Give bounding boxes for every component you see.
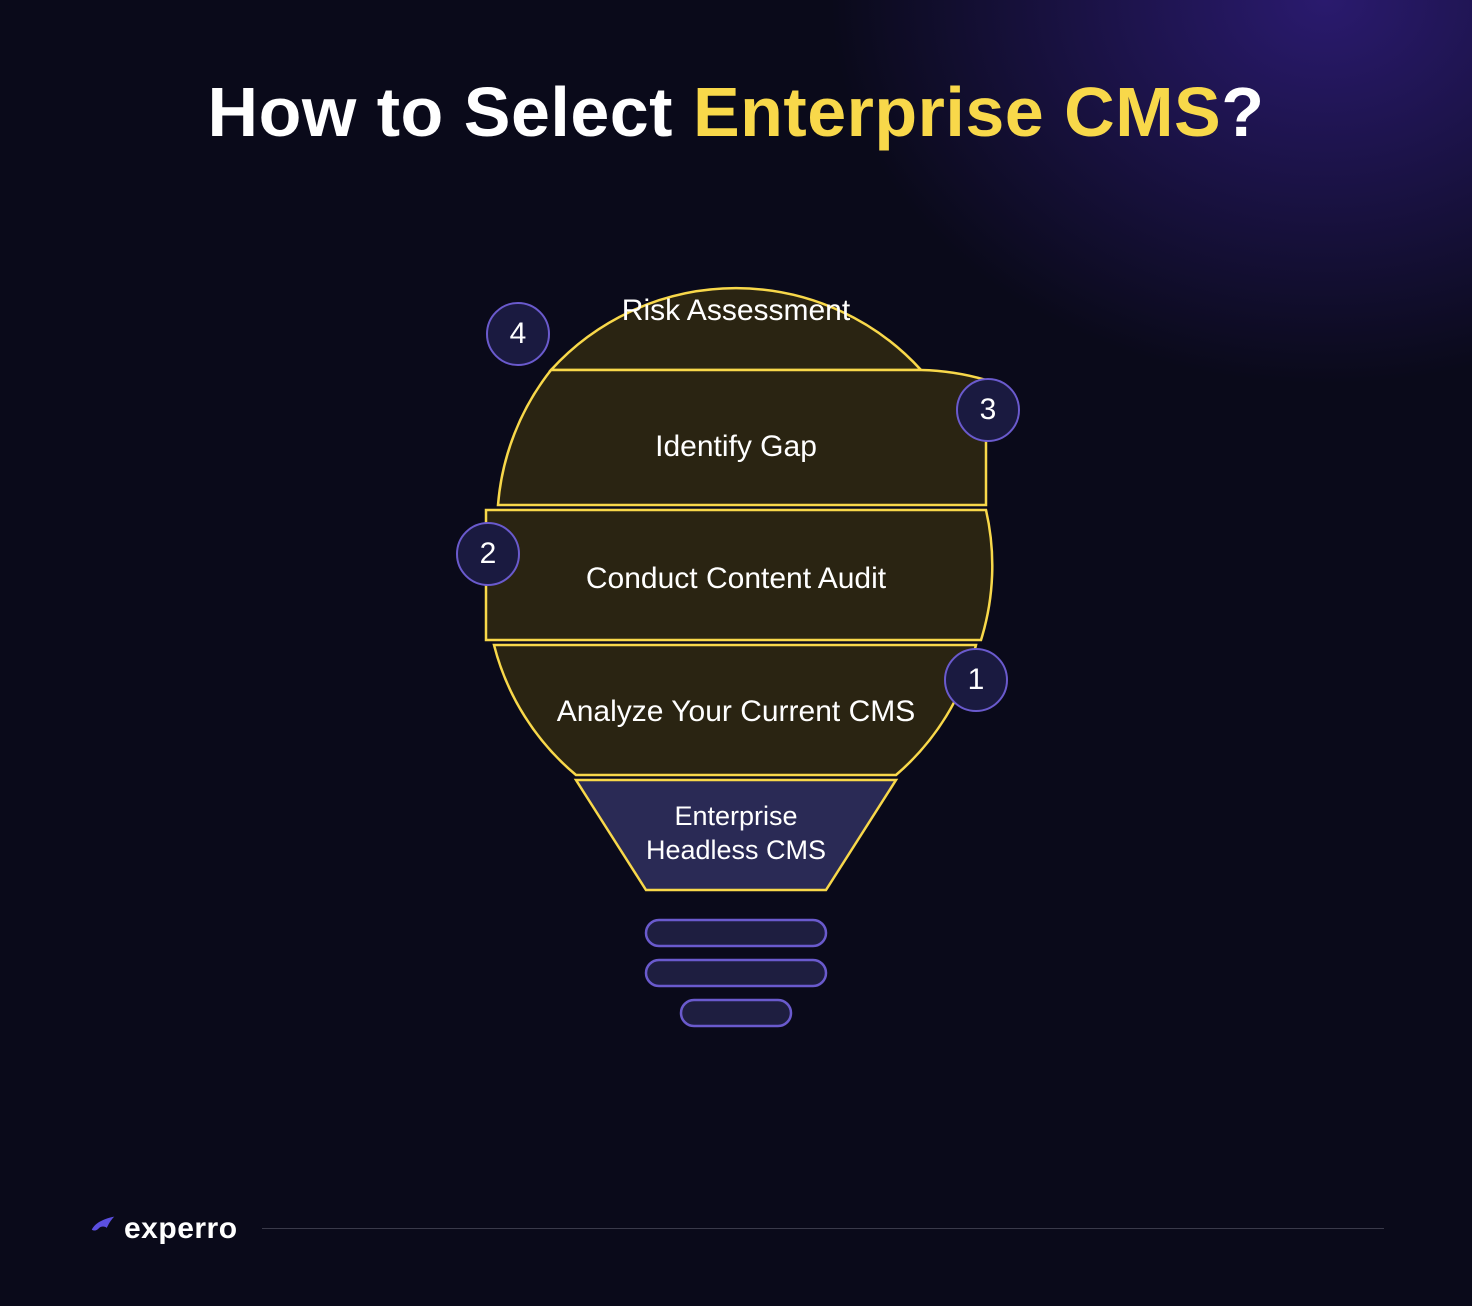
page-title: How to Select Enterprise CMS? xyxy=(0,72,1472,152)
title-highlight: Enterprise CMS xyxy=(693,73,1221,151)
footer: experro xyxy=(88,1211,1384,1246)
base-label-line2: Headless CMS xyxy=(646,835,826,865)
title-prefix: How to Select xyxy=(208,73,693,151)
step-1-badge: 1 xyxy=(944,648,1008,712)
step-3-label: Identify Gap xyxy=(416,430,1056,464)
step-2-number: 2 xyxy=(480,537,497,571)
brand-logo: experro xyxy=(88,1211,238,1246)
brand-name: experro xyxy=(124,1212,238,1246)
title-suffix: ? xyxy=(1221,73,1264,151)
step-2-badge: 2 xyxy=(456,522,520,586)
bulb-ring-3 xyxy=(681,1000,791,1026)
step-1-number: 1 xyxy=(968,663,985,697)
bulb-diagram: Risk Assessment Identify Gap Conduct Con… xyxy=(416,230,1056,1050)
bird-icon xyxy=(88,1211,118,1246)
bulb-ring-1 xyxy=(646,920,826,946)
step-4-number: 4 xyxy=(510,317,527,351)
step-3-badge: 3 xyxy=(956,378,1020,442)
base-label-line1: Enterprise xyxy=(674,801,797,831)
base-label: Enterprise Headless CMS xyxy=(416,800,1056,868)
step-4-badge: 4 xyxy=(486,302,550,366)
bulb-ring-2 xyxy=(646,960,826,986)
step-3-number: 3 xyxy=(980,393,997,427)
footer-divider xyxy=(262,1228,1384,1229)
